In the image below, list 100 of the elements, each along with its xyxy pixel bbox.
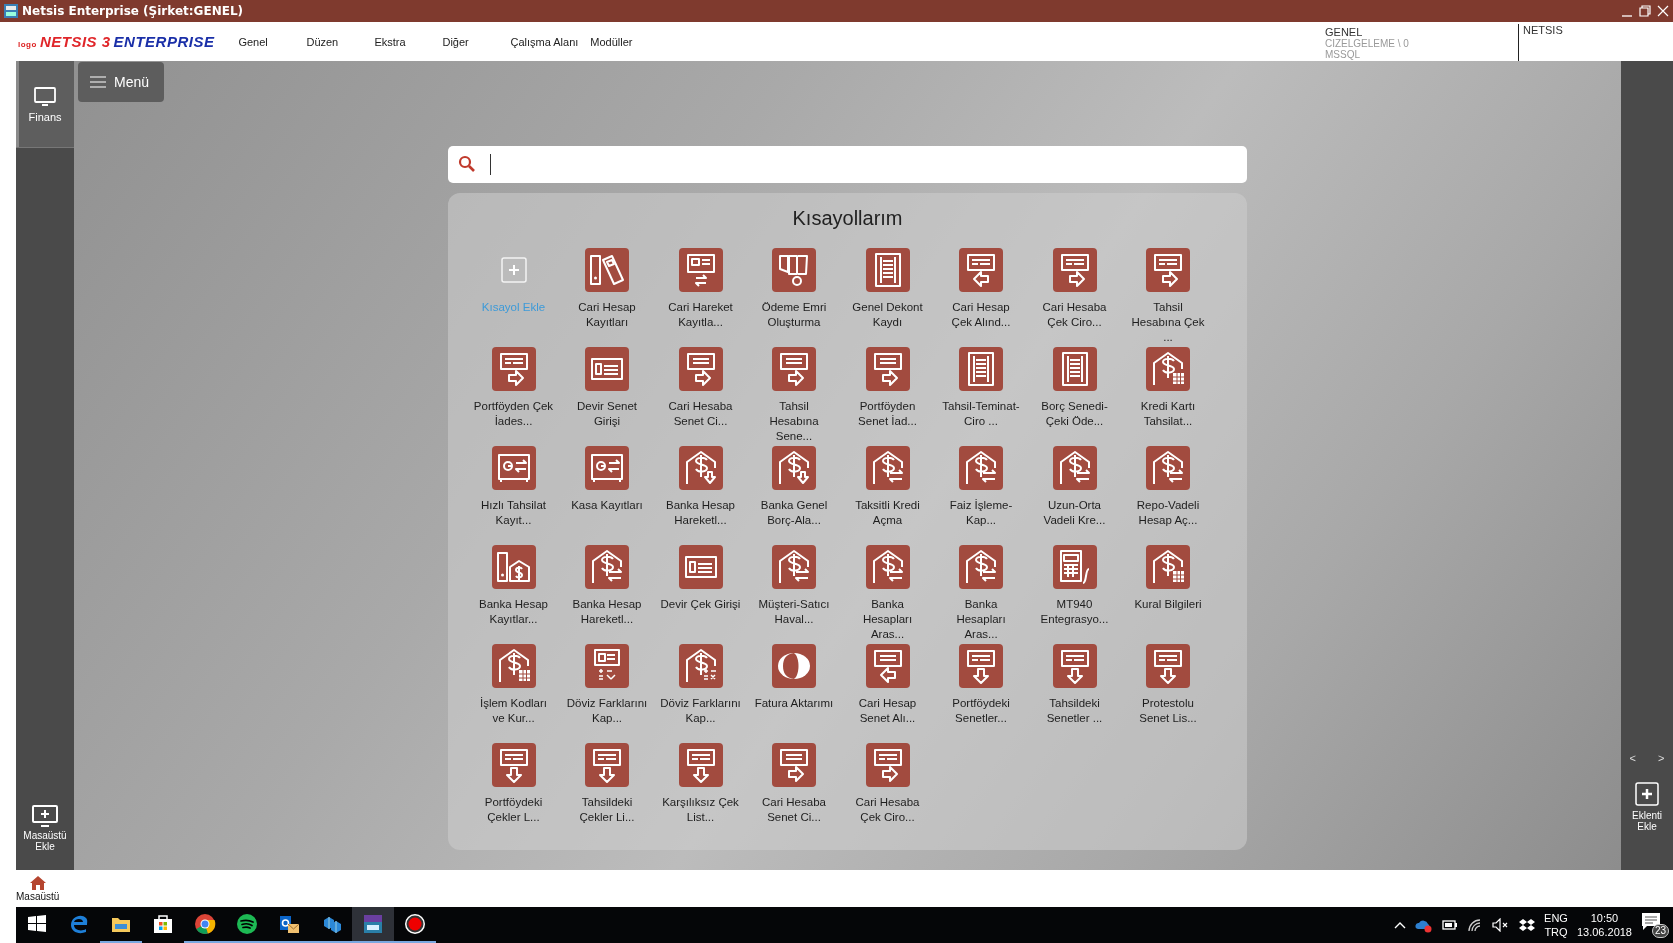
shortcut-button[interactable]: Karşılıksız Çek List... [654, 741, 747, 840]
shortcut-button[interactable]: Cari Hesaba Senet Ci... [747, 741, 841, 840]
search-field[interactable] [448, 146, 1247, 183]
shortcut-button[interactable]: Uzun-Orta Vadeli Kre... [1028, 444, 1121, 543]
shortcut-button[interactable]: Kredi Kartı Tahsilat... [1121, 345, 1215, 444]
shopping-bag-icon [151, 912, 175, 936]
menu-item[interactable]: Çalışma Alanı [510, 35, 579, 48]
menu-item[interactable]: Diğer [442, 35, 499, 48]
bank-calculator-icon [491, 644, 536, 688]
text-cursor [490, 154, 491, 175]
panel-title: Kısayollarım [791, 207, 904, 230]
safe-arrows-icon [585, 446, 629, 490]
shortcut-button[interactable]: Banka Hesap Kayıtlar... [467, 543, 560, 642]
shortcut-button[interactable]: Faiz İşleme-Kap... [934, 444, 1028, 543]
previous-button[interactable]: < [1629, 752, 1636, 764]
sidebar-item[interactable]: Finans [16, 61, 74, 148]
shortcut-button[interactable]: Ödeme Emri Oluşturma [747, 246, 841, 345]
search-icon [458, 155, 476, 173]
clock-time[interactable]: 10:50 [1590, 911, 1619, 925]
ledger-icon [1052, 347, 1097, 391]
shortcut-button[interactable]: Cari Hesaba Senet Ci... [654, 345, 747, 444]
add-plugin-button[interactable]: Eklenti Ekle [1621, 782, 1673, 832]
menu-item[interactable]: Modüller [590, 35, 647, 48]
shortcut-button[interactable]: Cari Hesaba Çek Ciro... [1028, 246, 1121, 345]
logo-name: NETSIS 3 [39, 33, 111, 50]
shortcut-button[interactable]: Cari Hareket Kayıtla... [654, 246, 747, 345]
menu-item[interactable]: Ekstra [374, 35, 431, 48]
shortcut-button[interactable]: Banka Hesap Hareketl... [560, 543, 654, 642]
card-icon [585, 347, 629, 391]
shortcut-button[interactable]: Cari Hesap Kayıtları [560, 246, 654, 345]
safe-arrows-icon [491, 446, 536, 490]
bank-arrows-icon [1146, 446, 1190, 490]
app-icon [4, 4, 18, 18]
menu-item[interactable]: Genel [238, 35, 295, 48]
taskbar-button[interactable] [352, 907, 394, 943]
shortcut-button[interactable]: Repo-Vadeli Hesap Aç... [1121, 444, 1215, 543]
maximize-icon[interactable] [1639, 4, 1651, 18]
documents-cycle-icon [772, 248, 816, 292]
notification-count: 23 [1651, 924, 1669, 938]
shortcut-button[interactable]: Taksitli Kredi Açma [841, 444, 934, 543]
shortcut-button[interactable]: Cari Hesaba Çek Ciro... [841, 741, 934, 840]
monitor-plus-icon [31, 804, 59, 828]
bank-arrows-icon [1052, 446, 1097, 490]
shortcut-button[interactable]: Tahsil Hesabına Sene... [747, 345, 841, 444]
shortcut-button[interactable]: Banka Hesap Hareketl... [654, 444, 747, 543]
menu-button[interactable]: Menü [78, 62, 164, 102]
shortcut-button[interactable]: Devir Senet Girişi [560, 345, 654, 444]
add-desktop-button[interactable]: Masaüstü Ekle [16, 804, 74, 870]
box-icon[interactable] [1519, 918, 1536, 932]
keyboard-layout[interactable]: TRQ [1544, 925, 1568, 939]
close-icon[interactable] [1657, 4, 1669, 18]
clock-date[interactable]: 13.06.2018 [1576, 925, 1632, 939]
shortcut-button[interactable]: Tahsildeki Senetler ... [1028, 642, 1121, 741]
shortcut-button[interactable]: Portföyden Çek İades... [467, 345, 560, 444]
battery-icon[interactable] [1442, 920, 1459, 930]
record-icon [403, 912, 427, 936]
shortcut-button[interactable]: Genel Dekont Kaydı [841, 246, 934, 345]
app-tile-icon [361, 912, 385, 936]
shortcut-button[interactable]: MT940 Entegrasyo... [1028, 543, 1121, 642]
plus-square-icon [1635, 782, 1659, 806]
menu-item[interactable]: Düzen [306, 35, 363, 48]
shortcut-button[interactable]: Devir Çek Girişi [654, 543, 747, 642]
shortcut-button[interactable]: Hızlı Tahsilat Kayıt... [467, 444, 560, 543]
calculator-curve-icon [1052, 545, 1097, 589]
language-indicator[interactable]: ENG [1544, 911, 1568, 925]
round-browser-icon [193, 912, 217, 936]
shortcut-button[interactable]: Banka Hesapları Aras... [841, 543, 934, 642]
bank-arrows-icon [865, 446, 910, 490]
card-arrows-icon [678, 248, 723, 292]
shortcut-button[interactable]: Banka Hesapları Aras... [934, 543, 1028, 642]
shortcut-button[interactable]: Banka Genel Borç-Ala... [747, 444, 841, 543]
shortcut-button[interactable]: Portföydeki Çekler L... [467, 741, 560, 840]
shortcut-button[interactable]: Tahsil-Teminat-Ciro ... [934, 345, 1028, 444]
shortcut-button[interactable]: Protestolu Senet Lis... [1121, 642, 1215, 741]
shortcut-button[interactable]: Cari Hesap Çek Alınd... [934, 246, 1028, 345]
bank-arrows-icon [585, 545, 629, 589]
shortcut-button[interactable]: Portföyden Senet İad... [841, 345, 934, 444]
bank-arrows-icon [772, 545, 816, 589]
ledger-icon [959, 347, 1003, 391]
bank-arrows-icon [865, 545, 910, 589]
sound-waves-icon [235, 912, 259, 936]
shortcut-button[interactable]: Kural Bilgileri [1121, 543, 1215, 642]
shortcut-button[interactable]: Kasa Kayıtları [560, 444, 654, 543]
shortcut-button[interactable]: Portföydeki Senetler... [934, 642, 1028, 741]
desktop-tab[interactable]: Masaüstü [16, 870, 60, 907]
shortcut-button[interactable]: Borç Senedi-Çeki Öde... [1028, 345, 1121, 444]
bank-calculator-icon [1146, 347, 1190, 391]
chevron-up-icon[interactable] [1394, 920, 1407, 930]
shortcut-button[interactable]: Döviz Farklarını Kap... [560, 642, 654, 741]
shortcut-button[interactable]: Tahsildeki Çekler Li... [560, 741, 654, 840]
shortcut-button[interactable]: İşlem Kodları ve Kur... [467, 642, 560, 741]
next-button[interactable]: > [1658, 752, 1665, 764]
bank-arrows-icon [959, 446, 1003, 490]
shortcut-button[interactable]: Tahsil Hesabına Çek ... [1121, 246, 1215, 345]
shortcut-button[interactable]: Döviz Farklarını Kap... [654, 642, 747, 741]
server-name: MSSQL [1325, 49, 1361, 60]
shortcut-button[interactable]: Cari Hesap Senet Alı... [841, 642, 934, 741]
shortcut-button[interactable]: Müşteri-Satıcı Haval... [747, 543, 841, 642]
bank-calculator-icon [1146, 545, 1190, 589]
shortcut-button[interactable]: Fatura Aktarımı [747, 642, 841, 741]
